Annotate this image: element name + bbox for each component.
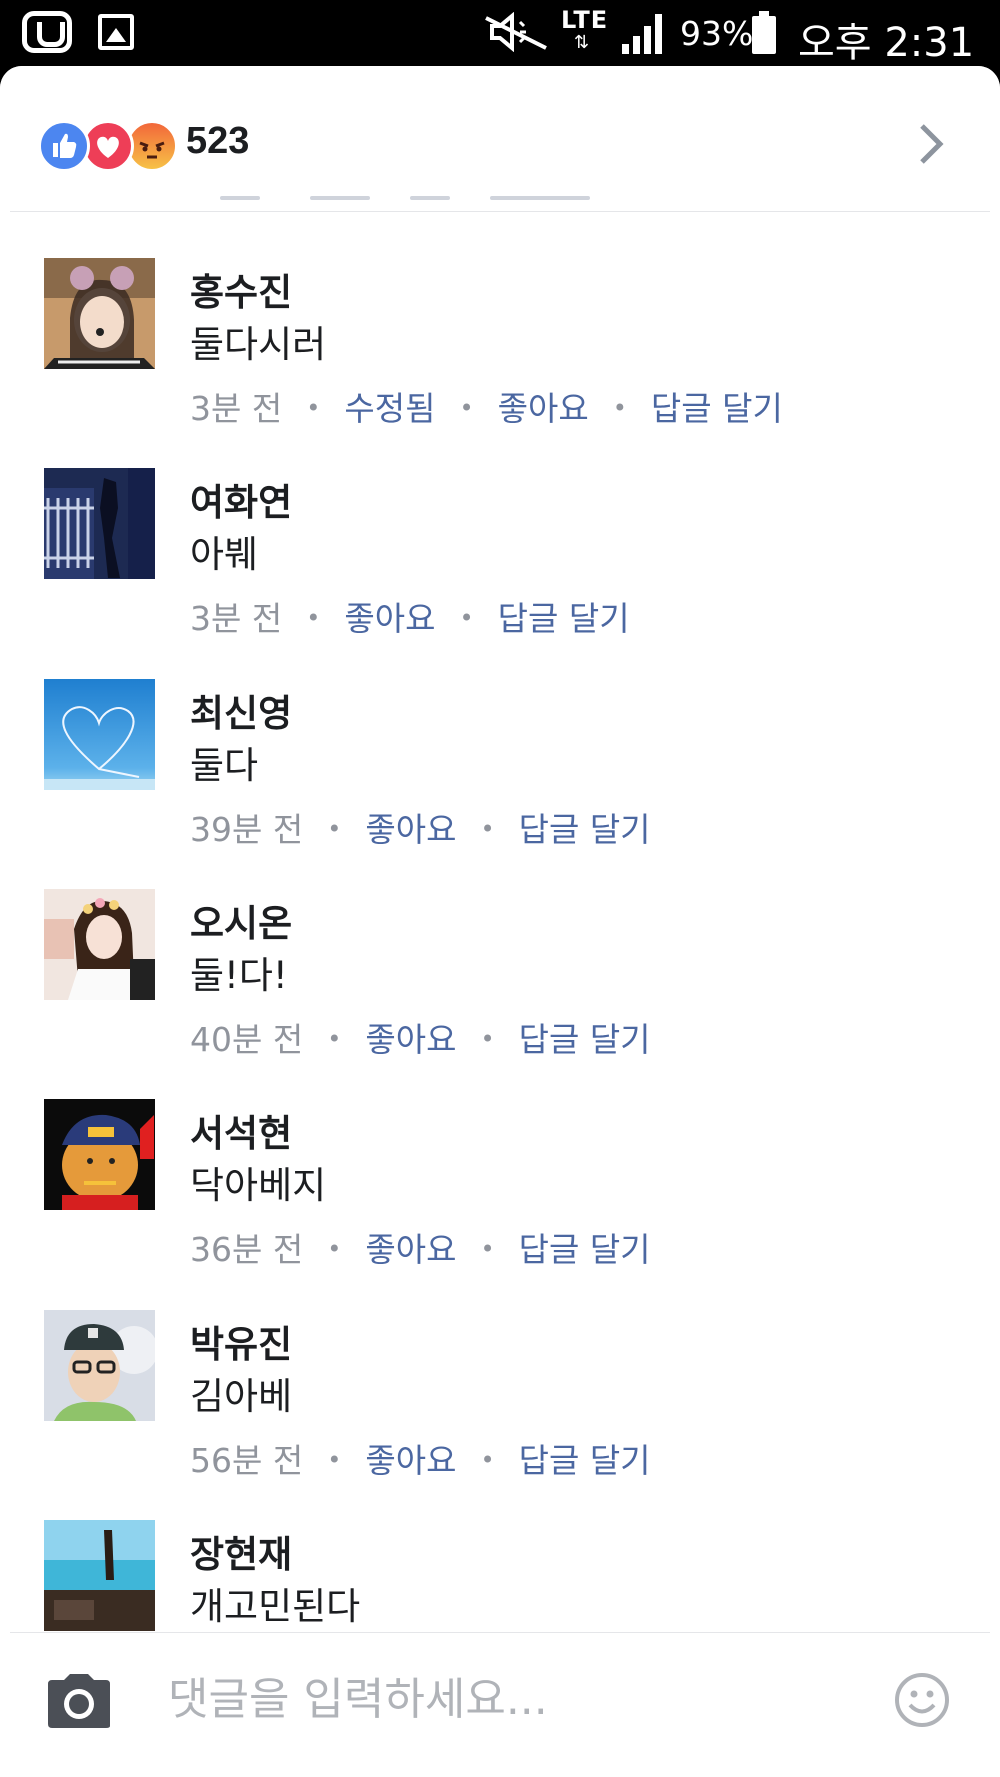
comment-meta: 56분 전 • 좋아요 • 답글 달기 (190, 1434, 651, 1482)
comment-meta: 3분 전 • 좋아요 • 답글 달기 (190, 592, 630, 640)
emoji-icon[interactable] (894, 1672, 950, 1728)
commenter-name[interactable]: 오시온 (190, 893, 292, 947)
separator-dot: • (480, 815, 495, 843)
comment-text: 김아베 (190, 1375, 293, 1418)
commenter-name[interactable]: 박유진 (190, 1314, 292, 1368)
avatar[interactable] (44, 1099, 155, 1210)
comment-meta: 39분 전 • 좋아요 • 답글 달기 (190, 803, 651, 851)
comment-item: 홍수진 둘다시러 3분 전 • 수정됨 • 좋아요 • 답글 달기 (0, 258, 1000, 458)
commenter-name[interactable]: 서석현 (190, 1103, 292, 1157)
avatar[interactable] (44, 1310, 155, 1421)
reaction-count[interactable]: 523 (186, 120, 249, 163)
like-button[interactable]: 좋아요 (498, 389, 589, 428)
composer-divider (10, 1632, 990, 1633)
like-button[interactable]: 좋아요 (365, 1441, 456, 1480)
comment-item: 여화연 아붸 3분 전 • 좋아요 • 답글 달기 (0, 468, 1000, 668)
separator-dot: • (459, 394, 474, 422)
comment-time: 36분 전 (190, 1230, 304, 1269)
reply-button[interactable]: 답글 달기 (651, 389, 783, 428)
comment-time: 39분 전 (190, 810, 304, 849)
battery-icon (752, 11, 776, 54)
avatar[interactable] (44, 258, 155, 369)
comment-meta: 40분 전 • 좋아요 • 답글 달기 (190, 1013, 651, 1061)
reactions-header[interactable]: 523 (0, 66, 1000, 211)
reply-button[interactable]: 답글 달기 (519, 1230, 651, 1269)
network-type: LTE (561, 6, 609, 34)
signal-icon (622, 14, 662, 54)
separator-dot: • (327, 1446, 342, 1474)
comment-text: 둘다 (190, 744, 259, 787)
reply-button[interactable]: 답글 달기 (519, 1020, 651, 1059)
separator-dot: • (459, 604, 474, 632)
comment-list[interactable]: 홍수진 둘다시러 3분 전 • 수정됨 • 좋아요 • 답글 달기 여화연 아붸 (0, 66, 1000, 1632)
comments-sheet: 홍수진 둘다시러 3분 전 • 수정됨 • 좋아요 • 답글 달기 여화연 아붸 (0, 66, 1000, 1777)
app-notification-icon (22, 11, 72, 53)
commenter-name[interactable]: 여화연 (190, 472, 292, 526)
comment-text: 개고민된다 (190, 1585, 361, 1628)
comment-text: 아붸 (190, 533, 259, 576)
avatar[interactable] (44, 1520, 155, 1631)
like-reaction-icon (38, 120, 90, 172)
comment-text: 둘다시러 (190, 323, 327, 366)
separator-dot: • (306, 604, 321, 632)
comment-input[interactable] (168, 1664, 868, 1734)
like-button[interactable]: 좋아요 (344, 599, 435, 638)
comment-text: 닥아베지 (190, 1164, 327, 1207)
comment-time: 3분 전 (190, 389, 283, 428)
commenter-name[interactable]: 홍수진 (190, 262, 292, 316)
like-button[interactable]: 좋아요 (365, 1230, 456, 1269)
scrolled-comment-edge (190, 196, 690, 204)
comment-item: 서석현 닥아베지 36분 전 • 좋아요 • 답글 달기 (0, 1099, 1000, 1299)
battery-percent: 93% (680, 14, 754, 53)
header-divider (10, 211, 990, 212)
chevron-right-icon[interactable] (916, 122, 946, 166)
avatar[interactable] (44, 468, 155, 579)
gallery-notification-icon (98, 14, 134, 50)
comment-meta: 3분 전 • 수정됨 • 좋아요 • 답글 달기 (190, 382, 783, 430)
separator-dot: • (327, 1025, 342, 1053)
comment-composer (0, 1632, 1000, 1777)
separator-dot: • (327, 815, 342, 843)
comment-text: 둘!다! (190, 954, 288, 997)
avatar[interactable] (44, 889, 155, 1000)
comment-time: 3분 전 (190, 599, 283, 638)
data-activity-icon: ⇅ (574, 32, 590, 53)
status-bar: LTE ⇅ 93% 오후 2:31 (0, 0, 1000, 66)
comment-item: 최신영 둘다 39분 전 • 좋아요 • 답글 달기 (0, 679, 1000, 879)
reply-button[interactable]: 답글 달기 (519, 810, 651, 849)
commenter-name[interactable]: 최신영 (190, 683, 292, 737)
like-button[interactable]: 좋아요 (365, 810, 456, 849)
comment-time: 56분 전 (190, 1441, 304, 1480)
commenter-name[interactable]: 장현재 (190, 1524, 292, 1578)
reply-button[interactable]: 답글 달기 (519, 1441, 651, 1480)
mute-icon (485, 12, 547, 52)
separator-dot: • (480, 1025, 495, 1053)
clock: 오후 2:31 (798, 20, 975, 66)
comment-time: 40분 전 (190, 1020, 304, 1059)
comment-item: 박유진 김아베 56분 전 • 좋아요 • 답글 달기 (0, 1310, 1000, 1510)
separator-dot: • (480, 1446, 495, 1474)
comment-meta: 36분 전 • 좋아요 • 답글 달기 (190, 1223, 651, 1271)
edited-link[interactable]: 수정됨 (344, 389, 435, 428)
camera-icon[interactable] (44, 1672, 114, 1730)
separator-dot: • (327, 1235, 342, 1263)
comment-item: 오시온 둘!다! 40분 전 • 좋아요 • 답글 달기 (0, 889, 1000, 1089)
like-button[interactable]: 좋아요 (365, 1020, 456, 1059)
reply-button[interactable]: 답글 달기 (498, 599, 630, 638)
separator-dot: • (612, 394, 627, 422)
separator-dot: • (480, 1235, 495, 1263)
separator-dot: • (306, 394, 321, 422)
avatar[interactable] (44, 679, 155, 790)
